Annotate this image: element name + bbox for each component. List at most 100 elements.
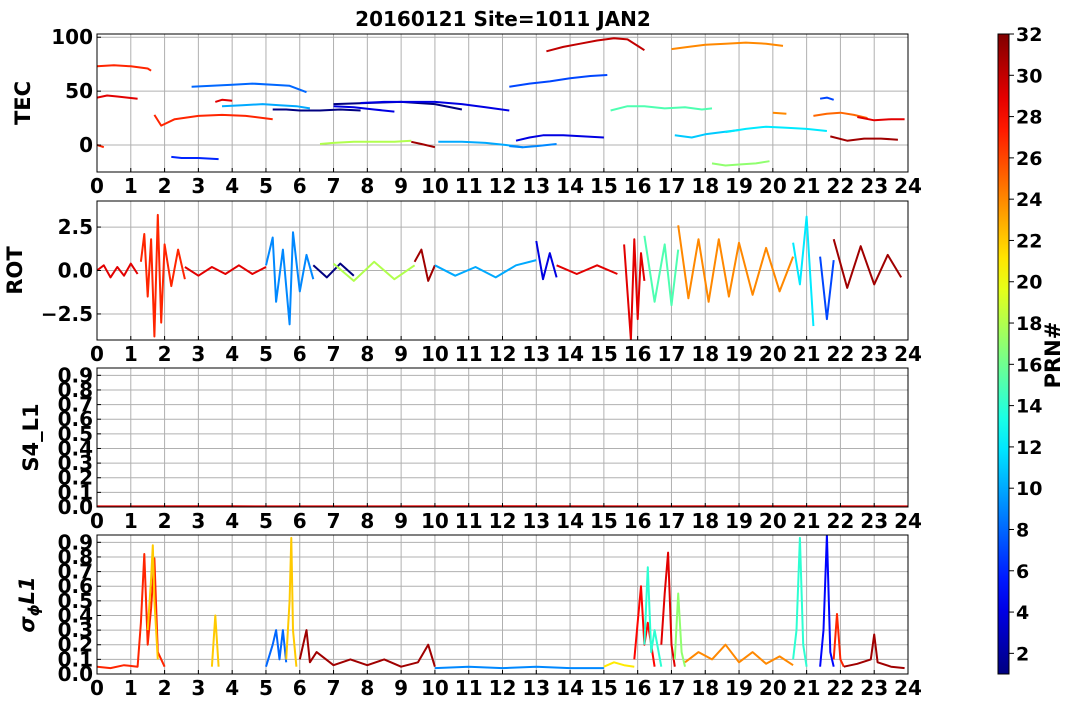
panel-s4-l1: 0 1 2 3 4 5 6 7 8 9 10 11 12 13 14 15 16 17 18 19 20 21 22 23 24… [19,363,922,533]
colorbar-tick-label: 12 [1016,437,1042,459]
x-tick-label: 21 [793,509,821,533]
y-tick-label: 50 [65,79,93,103]
x-tick-label: 15 [590,509,618,533]
y-tick-label: 2.5 [58,215,93,239]
x-tick-label: 11 [455,174,483,198]
x-tick-label: 3 [191,174,205,198]
colorbar-tick-label: 22 [1016,230,1042,252]
x-tick-label: 13 [522,174,550,198]
series-line-prn-29 [857,116,905,122]
y-axis-label: σϕL1 [15,576,43,632]
x-tick-label: 18 [691,509,719,533]
series-line-prn-29 [660,551,676,667]
x-tick-label: 18 [691,174,719,198]
x-tick-label: 11 [455,342,483,366]
x-tick-label: 16 [624,174,652,198]
x-tick-label: 10 [421,174,449,198]
x-tick-label: 14 [556,676,584,700]
series-line-prn-9 [265,231,315,326]
panel-rot: 0 1 2 3 4 5 6 7 8 9 10 11 12 13 14 15 16 17 18 19 20 21 22 23 24… [3,200,922,366]
x-tick-label: 9 [394,174,408,198]
x-tick-label: 22 [826,676,854,700]
series-line-prn-4 [535,240,558,281]
x-tick-label: 20 [759,676,787,700]
x-tick-label: 6 [293,174,307,198]
x-tick-label: 20 [759,342,787,366]
series-line-prn-29 [215,98,233,103]
x-tick-label: 13 [522,342,550,366]
x-tick-label: 23 [860,342,888,366]
series-line-prn-24 [772,111,787,115]
colorbar-tick-label: 30 [1016,65,1042,87]
figure-title: 20160121 Site=1011 JAN2 [355,7,651,31]
series-line-prn-9 [434,665,604,670]
series-line-prn-27 [832,613,845,668]
colorbar-tick-label: 14 [1016,396,1042,418]
x-tick-label: 6 [293,676,307,700]
series-line-prn-24 [671,41,784,51]
x-tick-label: 13 [522,509,550,533]
series-line-prn-29 [97,94,138,100]
x-tick-label: 11 [455,509,483,533]
x-tick-label: 16 [624,676,652,700]
x-tick-label: 12 [489,174,517,198]
x-tick-label: 9 [394,509,408,533]
x-tick-label: 14 [556,174,584,198]
series-line-prn-18 [332,260,416,282]
y-axis-label: TEC [11,81,35,125]
x-tick-label: 24 [894,342,922,366]
series-group [97,37,905,167]
panels: 0 1 2 3 4 5 6 7 8 9 10 11 12 13 14 15 16 17 18 19 20 21 22 23 24… [3,25,922,700]
x-tick-label: 21 [793,174,821,198]
colorbar-tick-label: 24 [1016,189,1042,211]
x-tick-label: 23 [860,174,888,198]
series-line-prn-30 [546,37,645,53]
series-line-prn-29 [556,264,618,275]
x-tick-label: 7 [327,174,341,198]
x-tick-label: 19 [725,342,753,366]
x-tick-label: 2 [158,342,172,366]
x-tick-label: 10 [421,342,449,366]
x-tick-label: 5 [259,509,273,533]
x-tick-label: 20 [759,509,787,533]
y-tick-label: 0 [79,133,93,157]
x-tick-label: 20 [759,174,787,198]
series-group [97,213,903,340]
x-tick-label: 1 [124,509,138,533]
x-tick-label: 8 [360,174,374,198]
x-tick-label: 19 [725,676,753,700]
colorbar-tick-label: 18 [1016,313,1042,335]
series-line-prn-31 [411,140,436,149]
x-tick-label: 22 [826,509,854,533]
x-tick-label: 4 [225,174,239,198]
x-tick-label: 15 [590,174,618,198]
colorbar-tick-label: 26 [1016,148,1042,170]
x-tick-label: 3 [191,676,205,700]
x-tick-label: 24 [894,174,922,198]
colorbar-tick-label: 16 [1016,354,1042,376]
x-tick-label: 10 [421,509,449,533]
y-tick-label: 100 [51,25,93,49]
colorbar-label: PRN# [1041,322,1065,389]
x-tick-label: 7 [327,676,341,700]
y-tick-label: 0.9 [58,530,93,554]
x-tick-label: 10 [421,676,449,700]
series-line-prn-6 [171,155,219,161]
series-line-prn-7 [509,74,608,88]
x-tick-label: 17 [658,676,686,700]
colorbar-tick-label: 10 [1016,478,1042,500]
colorbar-tick-label: 8 [1016,519,1029,541]
series-line-prn-17 [711,160,770,167]
series-line-prn-7 [819,256,835,321]
x-tick-label: 13 [522,676,550,700]
x-tick-label: 7 [327,342,341,366]
x-tick-label: 5 [259,174,273,198]
x-tick-label: 5 [259,676,273,700]
x-tick-label: 23 [860,509,888,533]
x-tick-label: 11 [455,676,483,700]
colorbar: 2468101214161820222426283032 PRN# [997,24,1065,675]
series-line-prn-31 [413,248,436,282]
series-line-prn-8 [265,629,288,667]
x-tick-label: 15 [590,342,618,366]
x-tick-label: 12 [489,342,517,366]
